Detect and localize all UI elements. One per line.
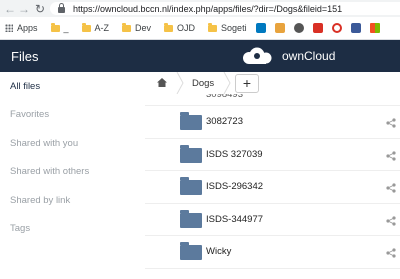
breadcrumb: Dogs + (145, 72, 400, 94)
file-name: 3098493 (206, 94, 243, 100)
sidebar-item-tags[interactable]: Tags (0, 215, 145, 244)
forward-icon[interactable]: → (17, 2, 31, 16)
folder-icon (164, 22, 174, 32)
file-name[interactable]: Wicky (206, 246, 231, 257)
bookmark-cloud-icon[interactable] (293, 23, 304, 33)
folder-icon (81, 22, 91, 32)
bookmark-ojd[interactable]: OJD (164, 22, 195, 33)
folder-icon (180, 177, 202, 195)
share-icon[interactable] (386, 248, 396, 258)
folder-icon (180, 112, 202, 130)
reload-icon[interactable]: ↻ (33, 2, 47, 16)
table-row[interactable]: ISDS-344977 (145, 204, 400, 236)
breadcrumb-separator-icon (176, 72, 184, 94)
file-list: 3098493 3082723 ISDS 327039 ISDS-296342 (145, 94, 400, 269)
folder-icon (180, 144, 202, 163)
file-name[interactable]: ISDS 327039 (206, 149, 263, 160)
bookmark-windows-icon[interactable] (369, 23, 380, 33)
lock-icon (58, 2, 65, 13)
file-name[interactable]: ISDS-296342 (206, 181, 263, 192)
browser-toolbar: ← → ↻ https://owncloud.bccn.nl/index.php… (0, 0, 400, 17)
folder-icon (208, 22, 218, 32)
bookmark-opera-icon[interactable] (331, 23, 342, 33)
folder-icon (180, 209, 202, 228)
table-row[interactable]: Wicky (145, 236, 400, 269)
new-button[interactable]: + (235, 74, 259, 93)
sidebar-item-shared-with-you[interactable]: Shared with you (0, 129, 145, 158)
address-bar[interactable]: https://owncloud.bccn.nl/index.php/apps/… (50, 2, 400, 15)
app-title[interactable]: Files (11, 49, 38, 64)
bookmark-sogeti[interactable]: Sogeti (208, 22, 247, 33)
bookmark-red-icon[interactable] (312, 23, 323, 33)
table-row[interactable]: ISDS 327039 (145, 139, 400, 171)
sidebar-item-shared-with-others[interactable]: Shared with others (0, 158, 145, 187)
owncloud-logo-icon (243, 47, 272, 64)
bookmark-trello-icon[interactable] (255, 23, 266, 33)
sidebar: All files Favorites Shared with you Shar… (0, 72, 145, 279)
share-icon[interactable] (386, 183, 396, 193)
bookmark-underscore[interactable]: _ (50, 22, 69, 33)
table-row[interactable]: 3098493 (145, 94, 400, 106)
brand-name: ownCloud (282, 49, 336, 63)
sidebar-item-shared-by-link[interactable]: Shared by link (0, 186, 145, 215)
bookmark-a-z[interactable]: A-Z (81, 22, 109, 33)
bookmarks-bar: Apps _ A-Z Dev OJD Sogeti (0, 17, 400, 40)
folder-icon (180, 242, 202, 260)
breadcrumb-current[interactable]: Dogs (192, 78, 214, 89)
bookmark-facebook-icon[interactable] (350, 23, 361, 33)
bookmark-puzzle-icon[interactable] (274, 23, 285, 33)
table-row[interactable]: ISDS-296342 (145, 171, 400, 204)
file-list-area: Dogs + 3098493 3082723 ISDS 327039 ISDS-… (145, 72, 400, 279)
file-name[interactable]: 3082723 (206, 116, 243, 127)
folder-icon (122, 22, 132, 32)
owncloud-header: Files ownCloud (0, 40, 400, 72)
file-name[interactable]: ISDS-344977 (206, 214, 263, 225)
url-text[interactable]: https://owncloud.bccn.nl/index.php/apps/… (73, 4, 342, 14)
sidebar-item-all-files[interactable]: All files (0, 72, 145, 101)
share-icon[interactable] (386, 118, 396, 128)
home-icon[interactable] (157, 78, 167, 87)
folder-icon (50, 22, 60, 32)
bookmark-apps[interactable]: Apps (0, 23, 38, 33)
share-icon[interactable] (386, 215, 396, 226)
table-row[interactable]: 3082723 (145, 106, 400, 139)
sidebar-item-favorites[interactable]: Favorites (0, 101, 145, 130)
apps-grid-icon (5, 24, 13, 32)
bookmark-dev[interactable]: Dev (122, 22, 151, 33)
back-icon[interactable]: ← (3, 2, 17, 16)
breadcrumb-separator-icon (223, 72, 231, 94)
share-icon[interactable] (386, 150, 396, 161)
